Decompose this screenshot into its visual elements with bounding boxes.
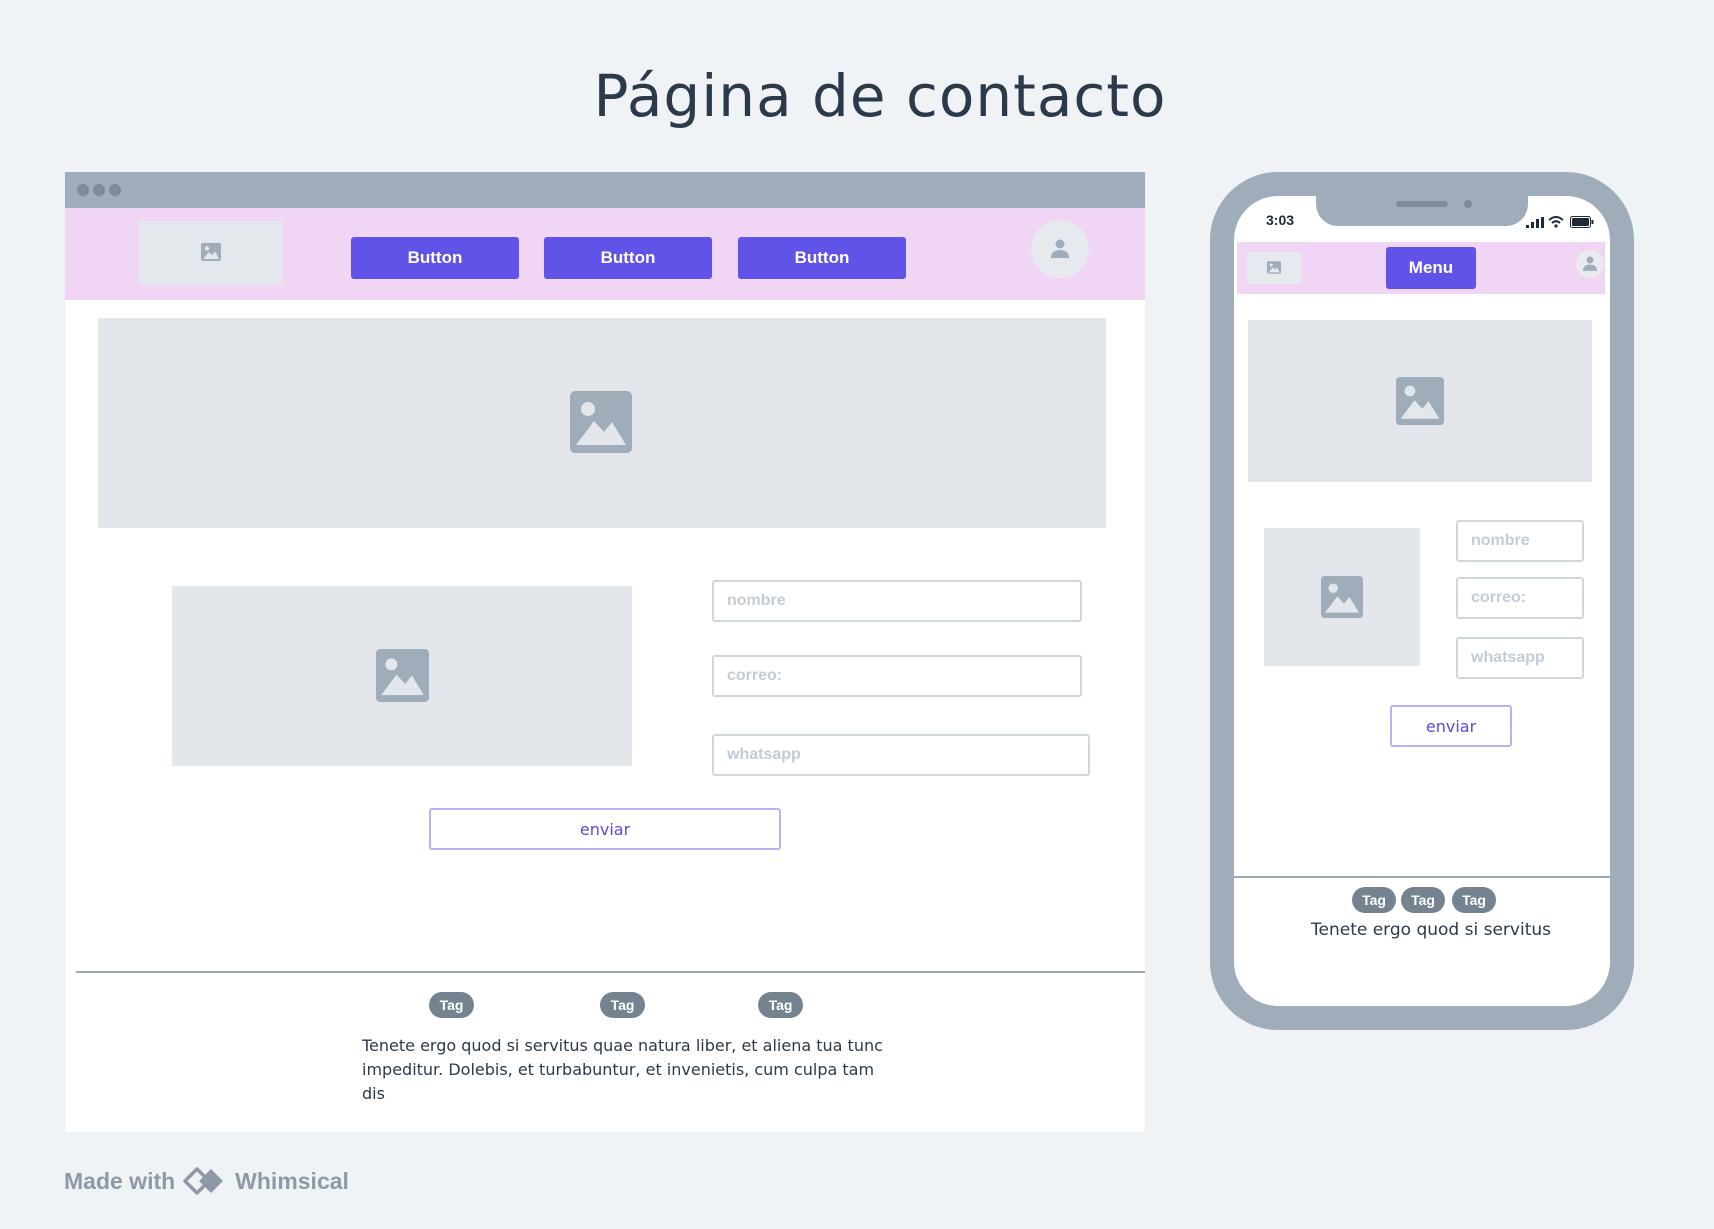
- enviar-button[interactable]: enviar: [1390, 705, 1512, 747]
- nav-button-2[interactable]: Button: [544, 237, 712, 279]
- whatsapp-field[interactable]: whatsapp: [712, 734, 1090, 776]
- made-with-badge[interactable]: Made with Whimsical: [64, 1165, 349, 1197]
- image-icon: [376, 649, 429, 702]
- image-icon: [570, 391, 632, 453]
- footer-tag[interactable]: Tag: [1352, 887, 1396, 913]
- hero-image-placeholder: [1248, 320, 1592, 482]
- window-dot-icon[interactable]: [109, 184, 121, 196]
- footer-text: Tenete ergo quod si servitus quae natura…: [362, 1036, 883, 1103]
- image-icon: [201, 243, 221, 261]
- made-with-label: Made with: [64, 1167, 176, 1194]
- avatar[interactable]: [1576, 250, 1604, 278]
- nav-button-3[interactable]: Button: [738, 237, 906, 279]
- logo-placeholder[interactable]: [139, 221, 283, 285]
- user-icon: [1583, 256, 1597, 271]
- footer-tag[interactable]: Tag: [1452, 887, 1496, 913]
- speaker-icon: [1396, 201, 1448, 207]
- whimsical-logo-icon: [183, 1167, 224, 1195]
- browser-title-bar: [65, 172, 1145, 208]
- footer-divider: [1234, 876, 1610, 878]
- window-dot-icon[interactable]: [77, 184, 89, 196]
- image-icon: [1267, 261, 1281, 274]
- whatsapp-field[interactable]: whatsapp: [1456, 637, 1584, 679]
- correo-field[interactable]: correo:: [712, 655, 1082, 697]
- page-title: Página de contacto: [593, 62, 1167, 130]
- footer-divider: [76, 971, 1145, 973]
- contact-image-placeholder: [1264, 528, 1420, 666]
- phone-notch: [1316, 196, 1528, 226]
- footer-tag[interactable]: Tag: [600, 992, 645, 1018]
- footer-tag[interactable]: Tag: [758, 992, 803, 1018]
- image-icon: [1321, 576, 1363, 618]
- footer-tag[interactable]: Tag: [1401, 887, 1445, 913]
- mobile-nav-bar: Menu: [1237, 242, 1605, 294]
- avatar[interactable]: [1031, 220, 1089, 278]
- desktop-wireframe: Button Button Button nombre correo: what…: [65, 172, 1145, 1132]
- wifi-icon: [1548, 216, 1564, 228]
- phone-screen: 3:03 Menu nombre correo: whatsapp enviar…: [1234, 196, 1610, 1006]
- image-icon: [1396, 377, 1444, 425]
- nombre-field[interactable]: nombre: [712, 580, 1082, 622]
- hero-image-placeholder: [98, 318, 1106, 528]
- signal-icon: [1526, 217, 1544, 228]
- menu-button[interactable]: Menu: [1386, 247, 1476, 289]
- desktop-nav-bar: Button Button Button: [65, 208, 1145, 300]
- user-icon: [1051, 239, 1069, 258]
- mobile-wireframe: 3:03 Menu nombre correo: whatsapp enviar…: [1210, 172, 1634, 1030]
- contact-image-placeholder: [172, 586, 632, 766]
- window-dot-icon[interactable]: [93, 184, 105, 196]
- nav-button-1[interactable]: Button: [351, 237, 519, 279]
- battery-icon: [1570, 216, 1594, 228]
- brand-name: Whimsical: [235, 1167, 349, 1194]
- correo-field[interactable]: correo:: [1456, 577, 1584, 619]
- footer-tag[interactable]: Tag: [429, 992, 474, 1018]
- nombre-field[interactable]: nombre: [1456, 520, 1584, 562]
- logo-placeholder[interactable]: [1247, 252, 1301, 284]
- status-time: 3:03: [1266, 212, 1295, 228]
- camera-icon: [1464, 200, 1472, 208]
- footer-text: Tenete ergo quod si servitus: [1311, 920, 1551, 940]
- enviar-button[interactable]: enviar: [429, 808, 781, 850]
